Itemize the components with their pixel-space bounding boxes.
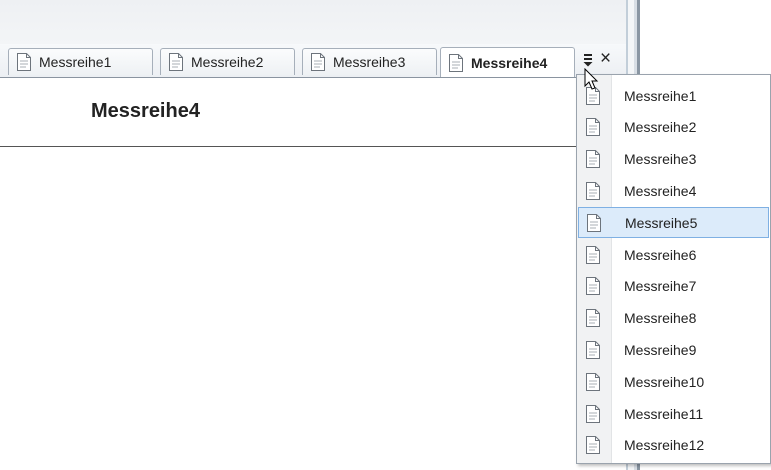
document-icon [586, 404, 600, 423]
dropdown-item-label: Messreihe12 [624, 437, 705, 454]
tab-label: Messreihe3 [333, 54, 406, 70]
dropdown-item[interactable]: Messreihe12 [578, 430, 769, 461]
tab-messreihe4[interactable]: Messreihe4 [440, 47, 575, 77]
dropdown-item[interactable]: Messreihe9 [578, 334, 769, 365]
document-icon [586, 118, 600, 137]
tab-messreihe3[interactable]: Messreihe3 [302, 48, 437, 75]
dropdown-item-label: Messreihe2 [624, 119, 697, 136]
document-icon [17, 53, 31, 71]
document-icon [311, 53, 325, 71]
dropdown-item[interactable]: Messreihe7 [578, 271, 769, 302]
dropdown-item-label: Messreihe4 [624, 182, 697, 199]
document-icon [586, 245, 600, 264]
dropdown-item[interactable]: Messreihe2 [578, 112, 769, 143]
dropdown-item-label: Messreihe8 [624, 310, 697, 327]
dropdown-item[interactable]: Messreihe4 [578, 175, 769, 206]
dropdown-item[interactable]: Messreihe6 [578, 239, 769, 270]
tab-label: Messreihe4 [471, 54, 548, 71]
dropdown-item-label: Messreihe3 [624, 151, 697, 168]
document-icon [586, 181, 600, 200]
tab-label: Messreihe2 [191, 54, 264, 70]
title-divider [0, 146, 584, 147]
dropdown-item-label: Messreihe11 [624, 405, 704, 422]
close-tab-button[interactable]: × [600, 48, 611, 70]
dropdown-item[interactable]: Messreihe1 [578, 80, 769, 111]
dropdown-item-label: Messreihe9 [624, 341, 697, 358]
dropdown-item-label: Messreihe6 [624, 246, 697, 263]
dropdown-item-label: Messreihe7 [624, 278, 697, 295]
document-icon [169, 53, 183, 71]
tab-list-dropdown: Messreihe1 Messreihe2 Messreihe3 Messreihe4… [576, 74, 771, 464]
dropdown-item[interactable]: Messreihe11 [578, 398, 769, 429]
dropdown-item[interactable]: Messreihe10 [578, 366, 769, 397]
mouse-cursor-icon [584, 68, 599, 90]
dropdown-item[interactable]: Messreihe5 [578, 207, 769, 239]
page-title: Messreihe4 [91, 100, 200, 122]
document-area: Messreihe4 [0, 78, 626, 470]
tab-label: Messreihe1 [39, 54, 112, 70]
document-icon [586, 277, 600, 296]
tab-list-dropdown-icon[interactable] [582, 53, 594, 67]
tab-messreihe2[interactable]: Messreihe2 [160, 48, 295, 75]
document-icon [586, 340, 600, 359]
toolbar-area [0, 0, 628, 44]
dropdown-item[interactable]: Messreihe3 [578, 144, 769, 175]
document-icon [587, 213, 601, 232]
document-icon [586, 309, 600, 328]
dropdown-item-label: Messreihe1 [624, 87, 697, 104]
document-icon [586, 436, 600, 455]
document-icon [586, 150, 600, 169]
document-icon [449, 53, 463, 72]
tab-strip: Messreihe1 Messreihe2 Messreihe3 Messrei… [0, 44, 628, 78]
dropdown-item-label: Messreihe10 [624, 373, 705, 390]
document-icon [586, 372, 600, 391]
tab-messreihe1[interactable]: Messreihe1 [8, 48, 153, 75]
dropdown-item-label: Messreihe5 [625, 214, 698, 231]
dropdown-item[interactable]: Messreihe8 [578, 303, 769, 334]
